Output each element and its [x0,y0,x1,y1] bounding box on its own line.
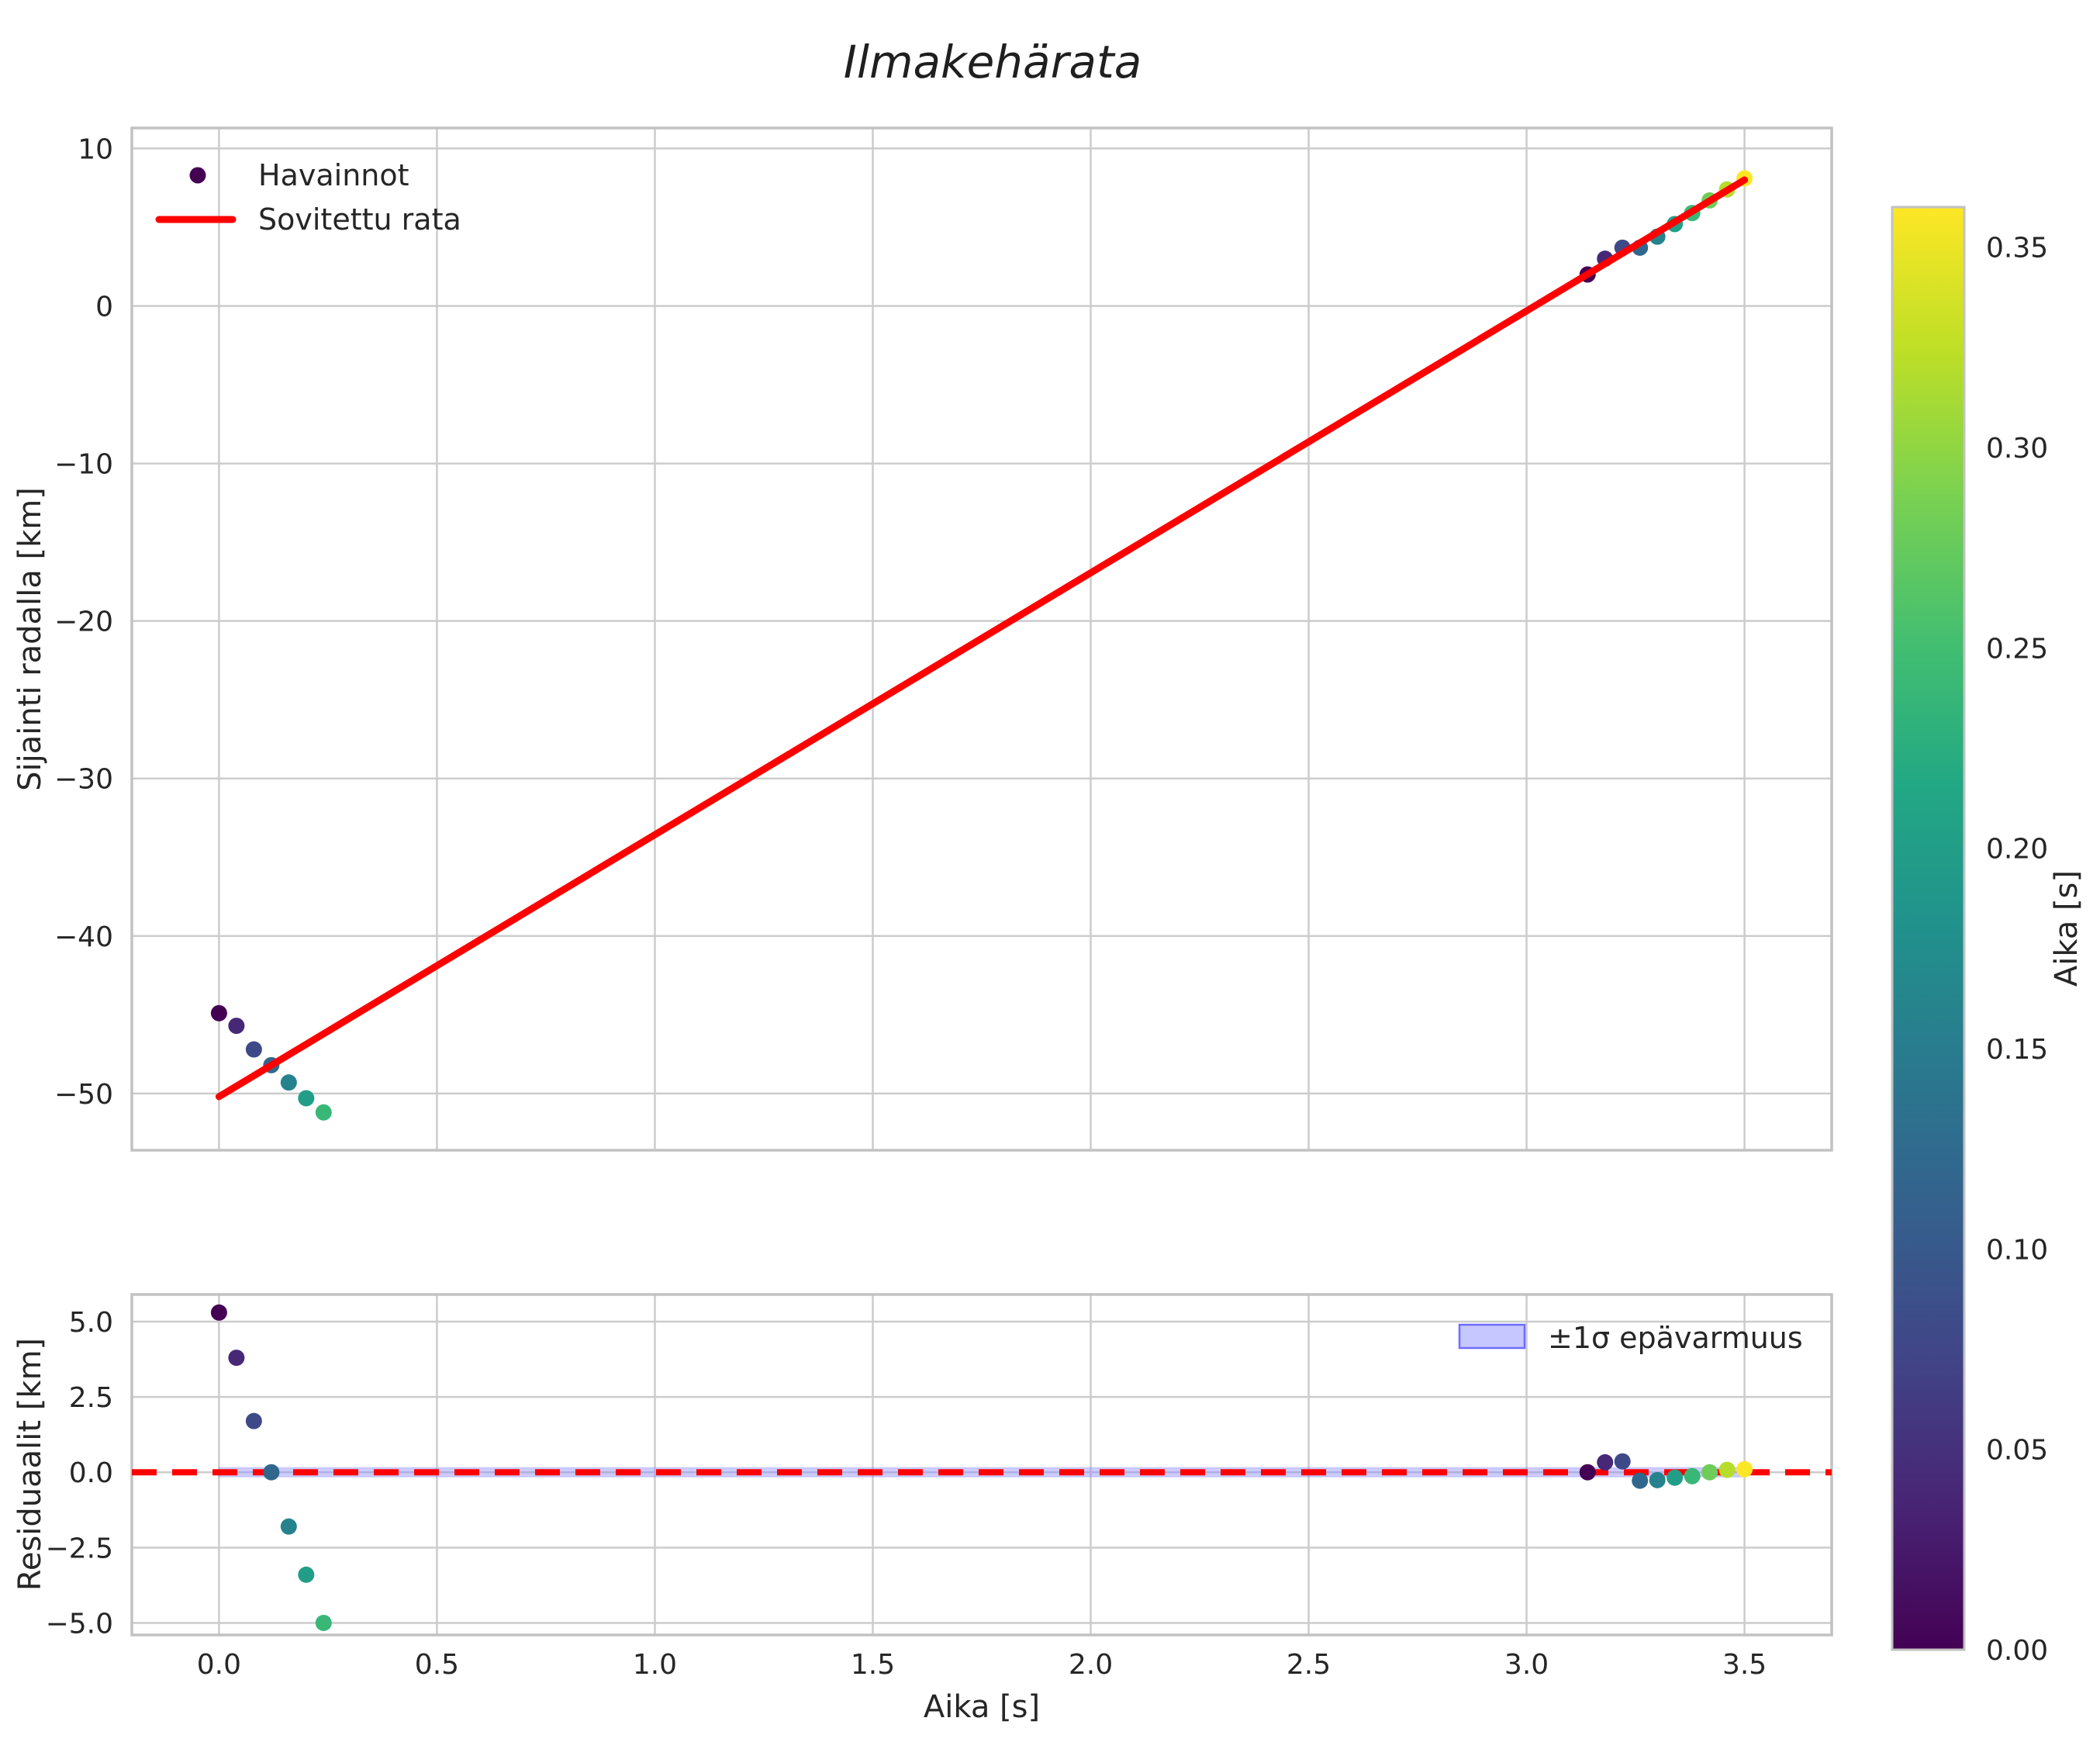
residual-point [245,1412,262,1429]
y-tick-label: 5.0 [69,1307,113,1339]
x-tick-label: 2.0 [1069,1649,1113,1681]
x-tick-label: 2.5 [1287,1649,1331,1681]
residual-point [1614,1453,1631,1470]
y-tick-label: −30 [54,764,113,796]
y-tick-label: 0.0 [69,1457,113,1489]
residual-y-axis-label: Residuaalit [km] [12,1338,48,1591]
colorbar-tick-label: 0.05 [1986,1435,2048,1467]
colorbar-tick-label: 0.20 [1986,834,2048,866]
plot-title: Ilmakehärata [844,36,1142,88]
residual-point [1632,1472,1649,1489]
x-tick-label: 0.0 [197,1649,241,1681]
legend-observations-marker-icon [189,167,206,184]
x-axis-label: Aika [s] [924,1689,1040,1725]
residual-point [1649,1471,1666,1488]
legend-band-label: ±1σ epävarmuus [1548,1321,1803,1355]
residual-point [280,1518,297,1535]
observation-point [315,1104,332,1121]
residual-point [1579,1464,1596,1481]
figure-canvas: 100−10−20−30−40−50 5.02.50.0−2.5−5.00.0 0… [12,36,2084,1725]
residual-point [1597,1453,1614,1471]
x-tick-label: 0.5 [415,1649,459,1681]
x-tick-label: 1.0 [633,1649,677,1681]
y-tick-label: −10 [54,449,113,481]
residual-point [210,1304,227,1321]
colorbar-tick-label: 0.10 [1986,1234,2048,1266]
legend-fit-line-label: Sovitettu rata [258,202,461,237]
residual-point [298,1566,315,1583]
observation-point [298,1090,315,1107]
y-tick-label: 0 [95,291,113,323]
x-tick-label: 3.5 [1722,1649,1767,1681]
residual-point [315,1614,332,1631]
residual-point [228,1350,245,1367]
y-tick-label: 10 [78,133,113,165]
colorbar-tick-label: 0.15 [1986,1034,2048,1066]
y-tick-label: −50 [54,1079,113,1111]
residual-point [1667,1469,1684,1486]
colorbar: 0.00 0.05 0.10 0.15 0.20 0.25 0.30 0.35 [1891,206,2048,1667]
observation-point [228,1018,245,1035]
colorbar-gradient [1891,206,1966,1651]
legend-band-swatch-icon [1458,1323,1526,1350]
colorbar-label: Aika [s] [2049,870,2084,987]
residual-point [1684,1467,1701,1485]
legend-observations-label: Havainnot [258,158,409,192]
colorbar-tick-label: 0.35 [1986,233,2048,264]
y-tick-label: −2.5 [46,1533,113,1564]
y-tick-label: −40 [54,921,113,953]
y-tick-label: −5.0 [46,1608,113,1640]
observation-point [245,1041,262,1058]
residual-point [1718,1461,1736,1478]
observation-point [210,1004,227,1021]
figure: 10 0 −10 −20 −30 −40 −50 5.0 2.5 0.0 −2.5 −5.0 0.0 0… [0,0,2100,1742]
main-plot: 10 0 −10 −20 −30 −40 −50 [54,126,1833,1152]
colorbar-tick-label: 0.25 [1986,633,2048,665]
x-tick-label: 1.5 [851,1649,895,1681]
colorbar-tick-label: 0.30 [1986,433,2048,465]
y-tick-label: 2.5 [69,1382,113,1414]
residual-point [263,1464,280,1481]
colorbar-tick-label: 0.00 [1986,1635,2048,1667]
y-tick-label: −20 [54,607,113,638]
residual-point [1736,1460,1753,1478]
residual-point [1701,1464,1718,1481]
x-tick-label: 3.0 [1504,1649,1549,1681]
observation-point [280,1074,297,1091]
main-y-axis-label: Sijainti radalla [km] [12,487,48,791]
